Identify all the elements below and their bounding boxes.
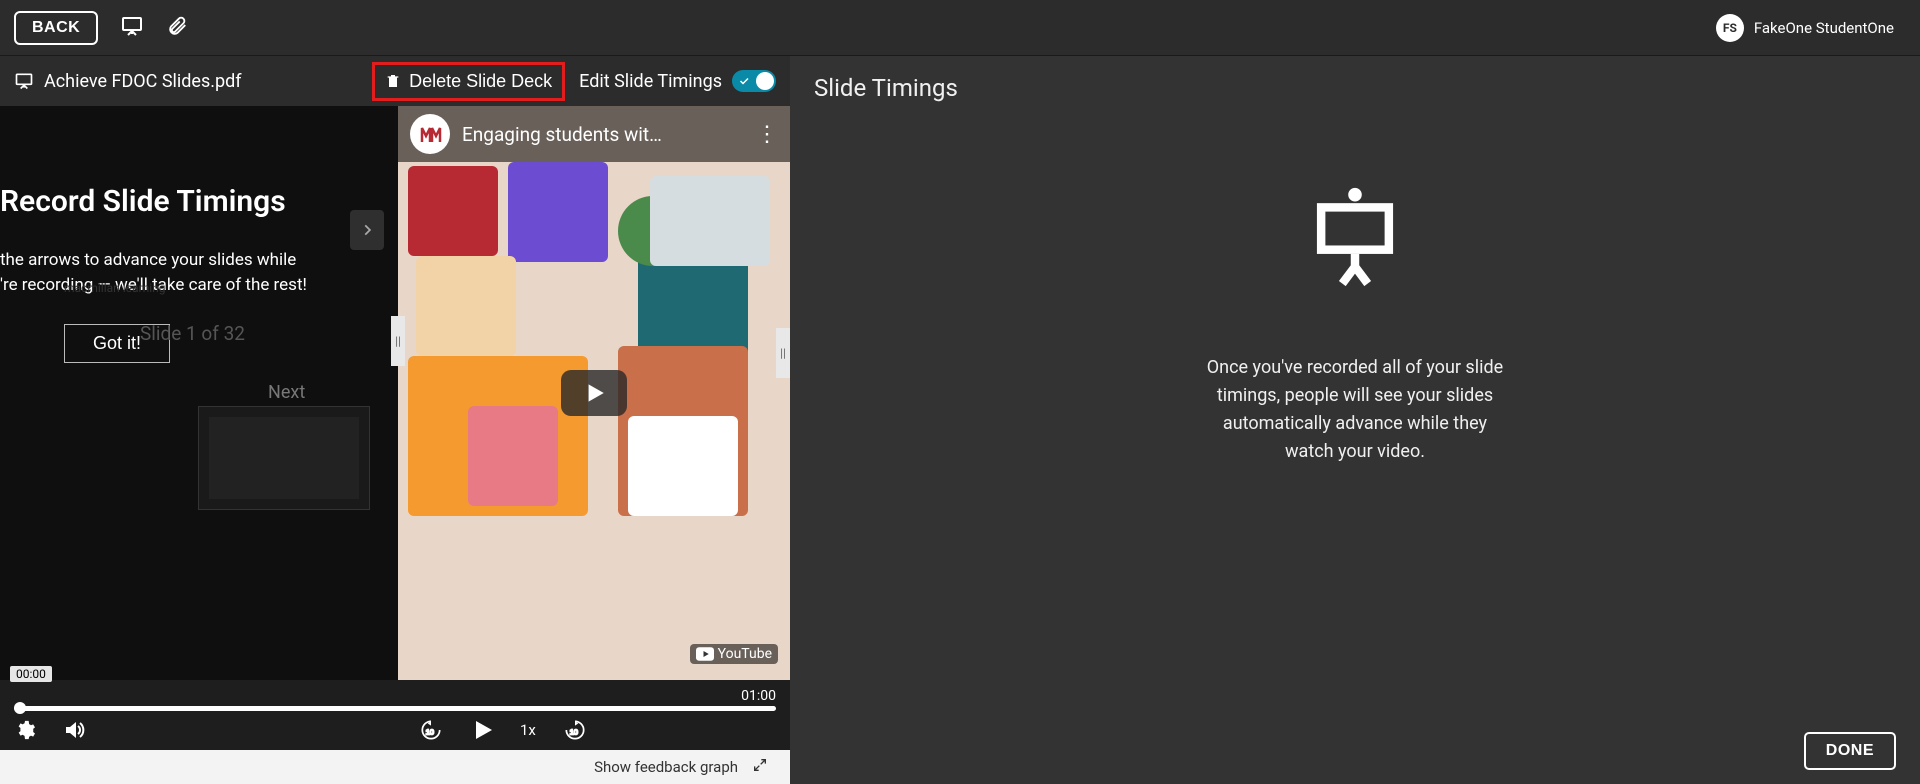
split-handle-left[interactable]: ||	[391, 316, 405, 366]
volume-button[interactable]	[62, 718, 86, 742]
video-panel: Engaging students wit… ⋮ YouTube	[398, 106, 790, 680]
illus-person-purple	[508, 162, 608, 262]
username-label: FakeOne StudentOne	[1754, 19, 1894, 37]
slide-counter: Slide 1 of 32	[140, 322, 245, 345]
volume-icon	[62, 718, 86, 742]
youtube-label: YouTube	[718, 646, 772, 662]
play-icon	[581, 380, 607, 406]
svg-text:10: 10	[426, 727, 434, 736]
next-slide-arrow[interactable]	[350, 210, 384, 250]
video-title: Engaging students wit…	[462, 123, 744, 146]
illus-board	[650, 176, 770, 266]
check-icon	[738, 75, 750, 87]
filename-label: Achieve FDOC Slides.pdf	[14, 71, 358, 92]
feedback-footer: Show feedback graph	[0, 750, 790, 784]
edit-slide-timings-label: Edit Slide Timings	[579, 71, 722, 92]
player-controls: 00:00 01:00	[0, 680, 790, 750]
slide-panel: Record Slide Timings the arrows to advan…	[0, 106, 398, 680]
expand-icon	[752, 757, 768, 773]
filename-text: Achieve FDOC Slides.pdf	[44, 71, 242, 92]
illus-chair-pink	[468, 406, 558, 506]
youtube-badge[interactable]: YouTube	[690, 644, 778, 664]
main-area: Achieve FDOC Slides.pdf Delete Slide Dec…	[0, 56, 1920, 784]
forward-10-icon: 10	[562, 717, 588, 743]
record-timings-heading: Record Slide Timings	[0, 184, 286, 219]
video-header: Engaging students wit… ⋮	[398, 106, 790, 162]
duration-label: 01:00	[741, 688, 776, 704]
presentation-mode-icon[interactable]	[120, 14, 144, 42]
easel-large-icon	[1300, 182, 1410, 296]
panel-description: Once you've recorded all of your slide t…	[1205, 354, 1505, 466]
chevron-right-icon	[360, 219, 374, 241]
faint-brand-text: macmillan learning	[64, 281, 166, 295]
youtube-icon	[696, 647, 714, 661]
show-feedback-graph-label[interactable]: Show feedback graph	[594, 758, 738, 776]
left-panel: Achieve FDOC Slides.pdf Delete Slide Dec…	[0, 56, 790, 784]
delete-slide-deck-button[interactable]: Delete Slide Deck	[372, 62, 565, 101]
back-button[interactable]: BACK	[14, 11, 98, 45]
easel-icon	[14, 71, 34, 91]
illus-person-tan	[416, 256, 516, 356]
progress-bar[interactable]	[14, 706, 776, 711]
panel-footer: DONE	[814, 732, 1896, 770]
topbar: BACK FS FakeOne StudentOne	[0, 0, 1920, 56]
split-handle-right[interactable]: ||	[776, 328, 790, 378]
right-panel: Slide Timings Once you've recorded all o…	[790, 56, 1920, 784]
rewind-10-button[interactable]: 10	[418, 717, 444, 743]
video-play-button[interactable]	[561, 370, 627, 416]
forward-10-button[interactable]: 10	[562, 717, 588, 743]
edit-slide-timings-group: Edit Slide Timings	[579, 70, 776, 92]
svg-text:10: 10	[569, 727, 577, 736]
panel-title: Slide Timings	[814, 74, 1896, 102]
sub-header: Achieve FDOC Slides.pdf Delete Slide Dec…	[0, 56, 790, 106]
play-button[interactable]	[470, 718, 494, 742]
video-area: Record Slide Timings the arrows to advan…	[0, 106, 790, 680]
delete-slide-deck-label: Delete Slide Deck	[409, 71, 552, 92]
illus-person-red	[408, 166, 498, 256]
paperclip-icon[interactable]	[166, 15, 188, 41]
time-tooltip: 00:00	[10, 666, 52, 682]
m-logo-icon	[418, 122, 442, 146]
rewind-10-icon: 10	[418, 717, 444, 743]
trash-icon	[385, 72, 401, 90]
video-menu-icon[interactable]: ⋮	[756, 122, 778, 147]
settings-button[interactable]	[14, 719, 36, 741]
illus-chair-white	[628, 416, 738, 516]
channel-avatar[interactable]	[410, 114, 450, 154]
avatar[interactable]: FS	[1716, 14, 1744, 42]
playback-speed-button[interactable]: 1x	[520, 721, 536, 739]
edit-slide-timings-toggle[interactable]	[732, 70, 776, 92]
next-label: Next	[268, 382, 305, 403]
gear-icon	[14, 719, 36, 741]
expand-feedback-icon[interactable]	[752, 757, 768, 777]
panel-body: Once you've recorded all of your slide t…	[814, 138, 1896, 732]
play-icon	[470, 718, 494, 742]
next-slide-thumbnail[interactable]	[198, 406, 370, 510]
done-button[interactable]: DONE	[1804, 732, 1896, 770]
